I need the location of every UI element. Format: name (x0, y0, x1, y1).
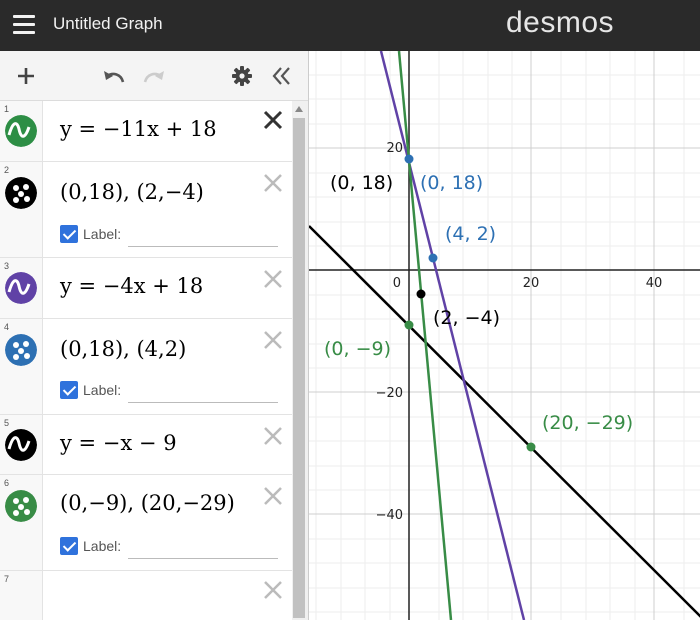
scroll-up-arrow[interactable] (295, 106, 303, 112)
point-label: (2, −4) (433, 307, 500, 329)
label-input[interactable] (128, 545, 278, 559)
point-2-neg4[interactable] (416, 289, 426, 299)
expression-input[interactable]: (0,−9), (20,−29) (60, 491, 235, 515)
delete-expression-icon[interactable] (262, 425, 284, 447)
expression-input[interactable]: y = −x − 9 (60, 431, 177, 455)
expression-row[interactable]: 3 y = −4x + 18 (0, 258, 292, 319)
expression-row[interactable]: 2 (0,18), (2,−4) Label: (0, 162, 292, 258)
expression-number: 4 (4, 322, 10, 332)
points-icon[interactable] (5, 490, 37, 522)
y-tick-label: 20 (386, 141, 403, 156)
expression-number: 7 (4, 574, 10, 584)
axes (309, 51, 700, 620)
expression-input[interactable]: (0,18), (2,−4) (60, 180, 204, 204)
line-y-eq-neg-x-minus-9[interactable] (309, 225, 700, 618)
expression-number: 5 (4, 418, 10, 428)
line-graph-icon[interactable] (5, 272, 37, 304)
collapse-list-button[interactable] (267, 61, 297, 91)
desmos-logo: desmos (505, 6, 614, 39)
expression-toolbar (0, 51, 308, 101)
add-expression-button[interactable] (11, 61, 41, 91)
label-input[interactable] (128, 389, 278, 403)
delete-expression-icon[interactable] (262, 485, 284, 507)
expression-input[interactable]: y = −4x + 18 (60, 274, 203, 298)
expression-number: 1 (4, 104, 10, 114)
line-graph-icon[interactable] (5, 115, 37, 147)
expression-row[interactable]: 4 (0,18), (4,2) Label: (0, 319, 292, 415)
double-chevron-left-icon (272, 67, 290, 85)
y-tick-label: −40 (376, 508, 403, 523)
gear-icon (232, 66, 252, 86)
point-label: (4, 2) (445, 223, 496, 245)
y-tick-label: −20 (376, 386, 403, 401)
point-20-neg29[interactable] (526, 442, 536, 452)
x-tick-label: 20 (523, 276, 540, 291)
point-0-neg9[interactable] (404, 320, 414, 330)
delete-expression-icon[interactable] (262, 268, 284, 290)
top-bar: Untitled Graph desmos (0, 0, 700, 51)
settings-button[interactable] (227, 61, 257, 91)
redo-icon (143, 71, 164, 83)
x-tick-label: 0 (393, 276, 401, 291)
expression-number: 3 (4, 261, 10, 271)
plus-icon (18, 68, 34, 84)
x-tick-label: 40 (646, 276, 663, 291)
point-0-18[interactable] (404, 154, 414, 164)
delete-expression-icon[interactable] (262, 579, 284, 601)
undo-button[interactable] (99, 61, 129, 91)
label-checkbox[interactable] (60, 225, 78, 243)
label-toggle[interactable]: Label: (60, 223, 278, 247)
point-label: (0, 18) (330, 172, 393, 194)
point-label: (0, −9) (324, 338, 391, 360)
expression-list: 1 y = −11x + 18 2 (0,18), (2,−4) Label: (0, 101, 292, 620)
label-checkbox[interactable] (60, 381, 78, 399)
points-icon[interactable] (5, 177, 37, 209)
expression-number: 2 (4, 165, 10, 175)
expression-row-empty[interactable]: 7 (0, 571, 292, 620)
delete-expression-icon[interactable] (262, 172, 284, 194)
line-y-eq-neg-11x-plus-18[interactable] (397, 51, 453, 620)
label-toggle[interactable]: Label: (60, 379, 278, 403)
point-label: (0, 18) (420, 172, 483, 194)
label-checkbox[interactable] (60, 537, 78, 555)
expression-list-scrollbar[interactable] (292, 101, 308, 620)
expression-input[interactable]: y = −11x + 18 (60, 117, 217, 141)
expression-input[interactable]: (0,18), (4,2) (60, 337, 186, 361)
delete-expression-icon[interactable] (262, 109, 284, 131)
label-text: Label: (83, 226, 122, 242)
scrollbar-thumb[interactable] (293, 118, 305, 618)
label-toggle[interactable]: Label: (60, 535, 278, 559)
delete-expression-icon[interactable] (262, 329, 284, 351)
line-graph-icon[interactable] (5, 429, 37, 461)
label-input[interactable] (128, 233, 278, 247)
line-y-eq-neg-4x-plus-18[interactable] (379, 51, 526, 620)
undo-icon (104, 71, 125, 83)
graph-paper[interactable]: 0 20 40 20 −20 −40 (0, 18) (0, 18) (4, 2… (308, 51, 700, 620)
expression-row[interactable]: 5 y = −x − 9 (0, 415, 292, 475)
graph-title[interactable]: Untitled Graph (53, 14, 163, 34)
point-label: (20, −29) (542, 412, 633, 434)
expression-row[interactable]: 6 (0,−9), (20,−29) Label: (0, 475, 292, 571)
label-text: Label: (83, 538, 122, 554)
expression-number: 6 (4, 478, 10, 488)
label-text: Label: (83, 382, 122, 398)
points-icon[interactable] (5, 334, 37, 366)
redo-button[interactable] (139, 61, 169, 91)
menu-icon[interactable] (13, 15, 35, 35)
point-4-2[interactable] (428, 253, 438, 263)
expression-row[interactable]: 1 y = −11x + 18 (0, 101, 292, 162)
